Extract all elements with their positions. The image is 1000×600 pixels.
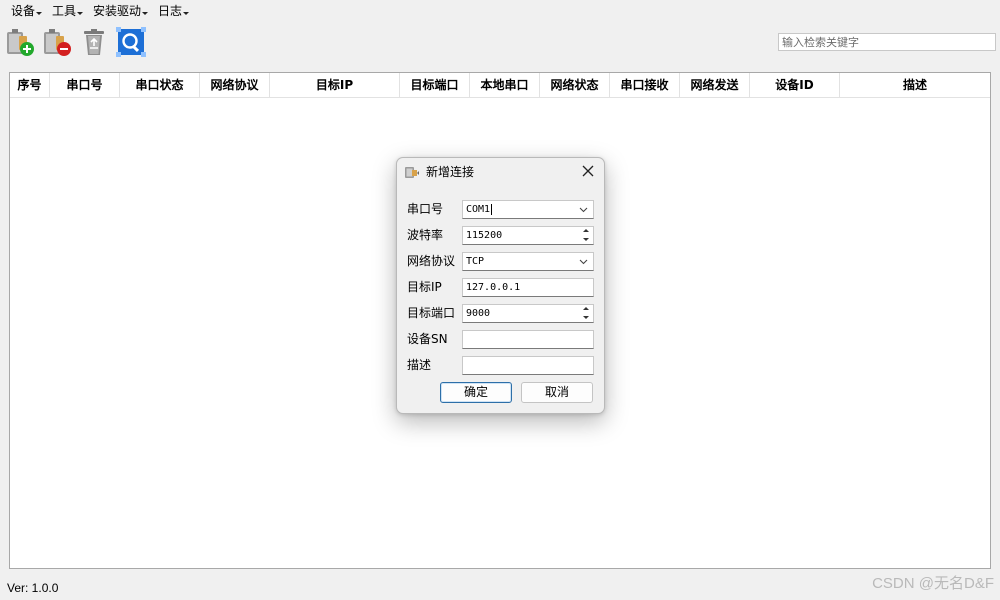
serial-port-combo[interactable]: COM1 [462, 200, 594, 219]
description-field[interactable] [462, 356, 594, 375]
baud-rate-label: 波特率 [407, 228, 444, 242]
add-device-icon [7, 29, 34, 56]
column-header-serial-rx[interactable]: 串口接收 [610, 73, 680, 98]
table-header: 序号 串口号 串口状态 网络协议 目标IP 目标端口 本地串口 网络状态 串口接… [10, 73, 990, 98]
recycle-bin-button[interactable] [78, 26, 110, 58]
baud-rate-value: 115200 [466, 230, 503, 241]
spin-up-button[interactable] [580, 228, 592, 235]
search-input[interactable] [778, 33, 996, 51]
spin-up-button[interactable] [580, 306, 592, 313]
column-header-serial-port[interactable]: 串口号 [50, 73, 120, 98]
column-header-description[interactable]: 描述 [840, 73, 990, 98]
serial-port-value: COM1 [466, 204, 491, 215]
column-header-local-port[interactable]: 本地串口 [470, 73, 540, 98]
remove-device-icon [44, 29, 71, 56]
menu-device[interactable]: 设备 [6, 0, 47, 22]
menubar: 设备 工具 安装驱动 日志 [0, 0, 1000, 22]
column-header-net-state[interactable]: 网络状态 [540, 73, 610, 98]
device-sn-label: 设备SN [407, 332, 448, 346]
app-icon [405, 167, 419, 178]
column-header-net-tx[interactable]: 网络发送 [680, 73, 750, 98]
close-icon[interactable] [580, 163, 596, 179]
target-ip-field[interactable]: 127.0.0.1 [462, 278, 594, 297]
protocol-combo[interactable]: TCP [462, 252, 594, 271]
chevron-down-icon [142, 12, 149, 15]
menu-install-driver[interactable]: 安装驱动 [88, 0, 153, 22]
column-header-target-ip[interactable]: 目标IP [270, 73, 400, 98]
menu-install-driver-label: 安装驱动 [93, 4, 142, 18]
spin-buttons[interactable] [580, 228, 592, 243]
serial-port-label: 串口号 [407, 202, 444, 216]
menu-tools[interactable]: 工具 [47, 0, 88, 22]
dialog-title: 新增连接 [426, 165, 475, 179]
target-ip-value: 127.0.0.1 [466, 282, 521, 293]
watermark: CSDN @无名D&F [872, 575, 994, 592]
device-sn-field[interactable] [462, 330, 594, 349]
target-port-value: 9000 [466, 308, 491, 319]
menu-log[interactable]: 日志 [153, 0, 194, 22]
spin-down-button[interactable] [580, 314, 592, 321]
target-port-spinbox[interactable]: 9000 [462, 304, 594, 323]
menu-device-label: 设备 [11, 4, 36, 18]
column-header-serial-state[interactable]: 串口状态 [120, 73, 200, 98]
chevron-down-icon [77, 12, 84, 15]
column-header-target-port[interactable]: 目标端口 [400, 73, 470, 98]
menu-log-label: 日志 [158, 4, 183, 18]
text-cursor [491, 204, 493, 215]
menu-tools-label: 工具 [52, 4, 77, 18]
chevron-down-icon [579, 259, 588, 265]
target-port-label: 目标端口 [407, 306, 456, 320]
remove-device-button[interactable] [41, 26, 73, 58]
column-header-index[interactable]: 序号 [10, 73, 50, 98]
chevron-down-icon [579, 207, 588, 213]
column-header-device-id[interactable]: 设备ID [750, 73, 840, 98]
chevron-down-icon [183, 12, 190, 15]
recycle-bin-icon [84, 29, 104, 55]
scan-button[interactable] [115, 26, 147, 58]
column-header-protocol[interactable]: 网络协议 [200, 73, 270, 98]
cancel-button[interactable]: 取消 [521, 382, 593, 403]
spin-down-button[interactable] [580, 236, 592, 243]
description-label: 描述 [407, 358, 432, 372]
add-device-button[interactable] [4, 26, 36, 58]
spin-buttons[interactable] [580, 306, 592, 321]
baud-rate-spinbox[interactable]: 115200 [462, 226, 594, 245]
chevron-down-icon [36, 12, 43, 15]
scan-icon [116, 27, 146, 57]
new-connection-dialog: 新增连接 串口号 COM1 波特率 115200 网络协议 TCP 目标IP 1… [396, 157, 605, 414]
ok-button[interactable]: 确定 [440, 382, 512, 403]
protocol-label: 网络协议 [407, 254, 456, 268]
protocol-value: TCP [466, 256, 485, 267]
target-ip-label: 目标IP [407, 280, 442, 294]
version-label: Ver: 1.0.0 [7, 581, 59, 595]
